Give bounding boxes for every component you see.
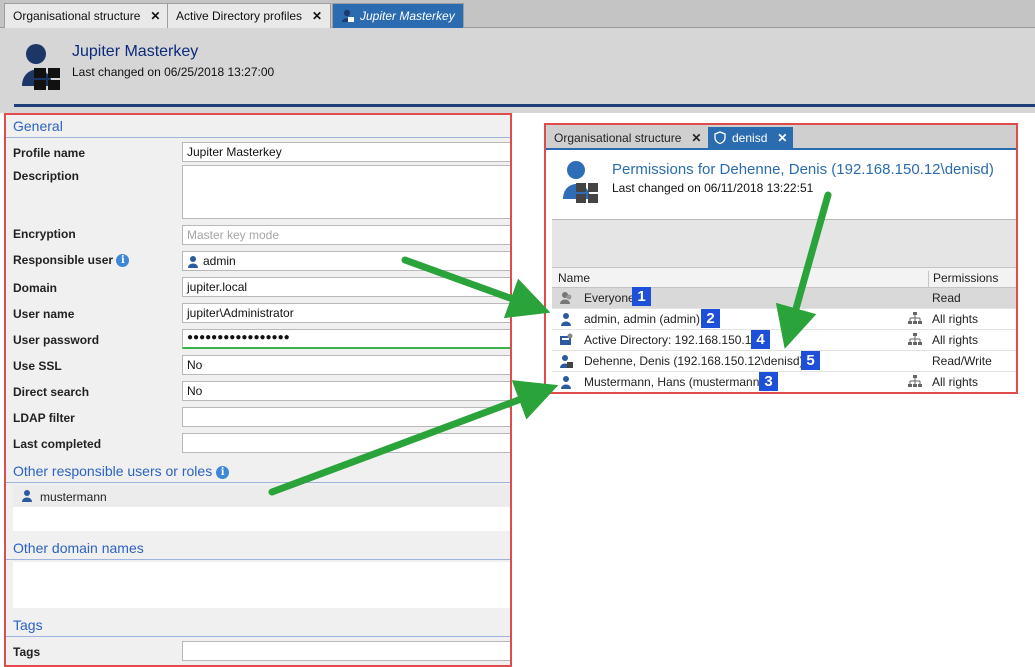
row-permission: All rights [932,312,979,326]
callout-badge: 2 [701,309,720,328]
label-direct-search: Direct search [13,385,90,399]
page-title: Jupiter Masterkey [72,43,199,60]
tab-label: Organisational structure [13,9,141,23]
label-use-ssl: Use SSL [13,359,62,373]
row-name: Dehenne, Denis (192.168.150.12\denisd) [584,354,804,368]
section-tags: Tags [6,617,510,637]
user-password-input[interactable]: ●●●●●●●●●●●●●●●●● [182,329,510,349]
directory-icon [560,333,573,345]
last-changed: Last changed on 06/25/2018 13:27:00 [72,65,275,79]
list-item-label: mustermann [40,490,107,504]
row-permission: Read/Write [932,354,992,368]
tab-label: Jupiter Masterkey [360,9,455,23]
user-permissions-icon [563,161,598,203]
direct-search-select[interactable]: No [182,381,510,401]
table-row[interactable]: Dehenne, Denis (192.168.150.12\denisd) R… [552,351,1016,372]
tab-label: Organisational structure [554,130,682,145]
domain-input[interactable]: jupiter.local [182,277,510,297]
permissions-last-changed: Last changed on 06/11/2018 13:22:51 [612,181,814,195]
hierarchy-icon [908,312,922,324]
user-icon [560,355,573,368]
table-row[interactable]: Active Directory: 192.168.150.12 All rig… [552,330,1016,351]
encryption-input[interactable]: Master key mode [182,225,510,245]
user-name-input[interactable]: jupiter\Administrator [182,303,510,323]
shield-icon [714,131,726,144]
tab-denisd[interactable]: denisd ✕ [708,127,794,148]
section-other-domain-names: Other domain names [6,540,510,560]
list-item[interactable]: mustermann [13,485,510,507]
column-name[interactable]: Name [558,271,590,285]
callout-badge: 3 [759,372,778,391]
callout-badge: 1 [632,287,651,306]
row-permission: All rights [932,375,979,389]
user-icon [188,256,198,268]
use-ssl-select[interactable]: No [182,355,510,375]
hierarchy-icon [908,375,922,387]
permissions-tab-bar: Organisational structure ✕ denisd ✕ [546,125,1016,150]
ad-profile-icon [22,44,60,90]
tab-label: denisd [732,130,768,145]
row-name: Mustermann, Hans (mustermann) [584,375,764,389]
table-row[interactable]: Everyone Read [552,288,1016,309]
profile-form-panel: General Profile name Jupiter Masterkey D… [4,113,512,667]
other-users-list: mustermann [13,485,510,531]
last-completed-input[interactable] [182,433,510,453]
permissions-table-header: Name Permissions [552,267,1016,290]
responsible-user-value: admin [203,254,236,268]
label-ldap-filter: LDAP filter [13,411,75,425]
other-users-heading: Other responsible users or roles [13,463,213,479]
row-name: Active Directory: 192.168.150.12 [584,333,759,347]
responsible-user-label-text: Responsible user [13,253,114,267]
label-user-password: User password [13,333,100,347]
tags-input[interactable] [182,641,510,661]
permissions-panel: Organisational structure ✕ denisd ✕ Perm… [544,123,1018,394]
label-tags: Tags [13,645,41,659]
label-user-name: User name [13,307,75,321]
tab-bar: Organisational structure ✕ Active Direct… [0,0,1035,28]
callout-badge: 5 [801,351,820,370]
row-permission: All rights [932,333,979,347]
table-row[interactable]: admin, admin (admin) All rights [552,309,1016,330]
label-last-completed: Last completed [13,437,102,451]
label-encryption: Encryption [13,227,76,241]
permissions-title: Permissions for Dehenne, Denis (192.168.… [612,161,994,178]
tab-active-directory-profiles[interactable]: Active Directory profiles ✕ [167,3,332,28]
role-icon [560,292,572,304]
section-other-responsible-users: Other responsible users or roles i [6,463,510,483]
row-permission: Read [932,291,961,305]
close-icon[interactable]: ✕ [777,131,787,145]
tab-organisational-structure[interactable]: Organisational structure ✕ [4,3,170,28]
profile-name-input[interactable]: Jupiter Masterkey [182,142,510,162]
toolbar-area [552,219,1016,267]
row-name: Everyone [584,291,635,305]
label-description: Description [13,169,80,183]
other-domain-names-list[interactable] [13,562,510,608]
profile-icon [342,9,354,22]
tab-organisational-structure[interactable]: Organisational structure ✕ [548,127,707,148]
label-profile-name: Profile name [13,146,86,160]
user-icon [22,490,32,502]
row-name: admin, admin (admin) [584,312,701,326]
label-responsible-user: Responsible user i [13,253,130,268]
table-row[interactable]: Mustermann, Hans (mustermann) All rights [552,372,1016,392]
label-domain: Domain [13,281,58,295]
info-icon[interactable]: i [116,254,130,268]
description-input[interactable] [182,165,510,219]
close-icon[interactable]: ✕ [312,9,322,23]
info-icon[interactable]: i [216,465,230,479]
section-general: General [6,118,510,138]
close-icon[interactable]: ✕ [150,9,160,23]
callout-badge: 4 [751,330,770,349]
user-icon [561,376,571,389]
ldap-filter-input[interactable] [182,407,510,427]
hierarchy-icon [908,333,922,345]
tab-jupiter-masterkey[interactable]: Jupiter Masterkey [332,3,464,28]
tab-label: Active Directory profiles [176,9,303,23]
user-icon [561,313,571,326]
header-divider [14,104,1035,107]
responsible-user-input[interactable]: admin [182,251,510,271]
profile-window-header: Organisational structure ✕ Active Direct… [0,0,1035,113]
close-icon[interactable]: ✕ [691,131,701,145]
